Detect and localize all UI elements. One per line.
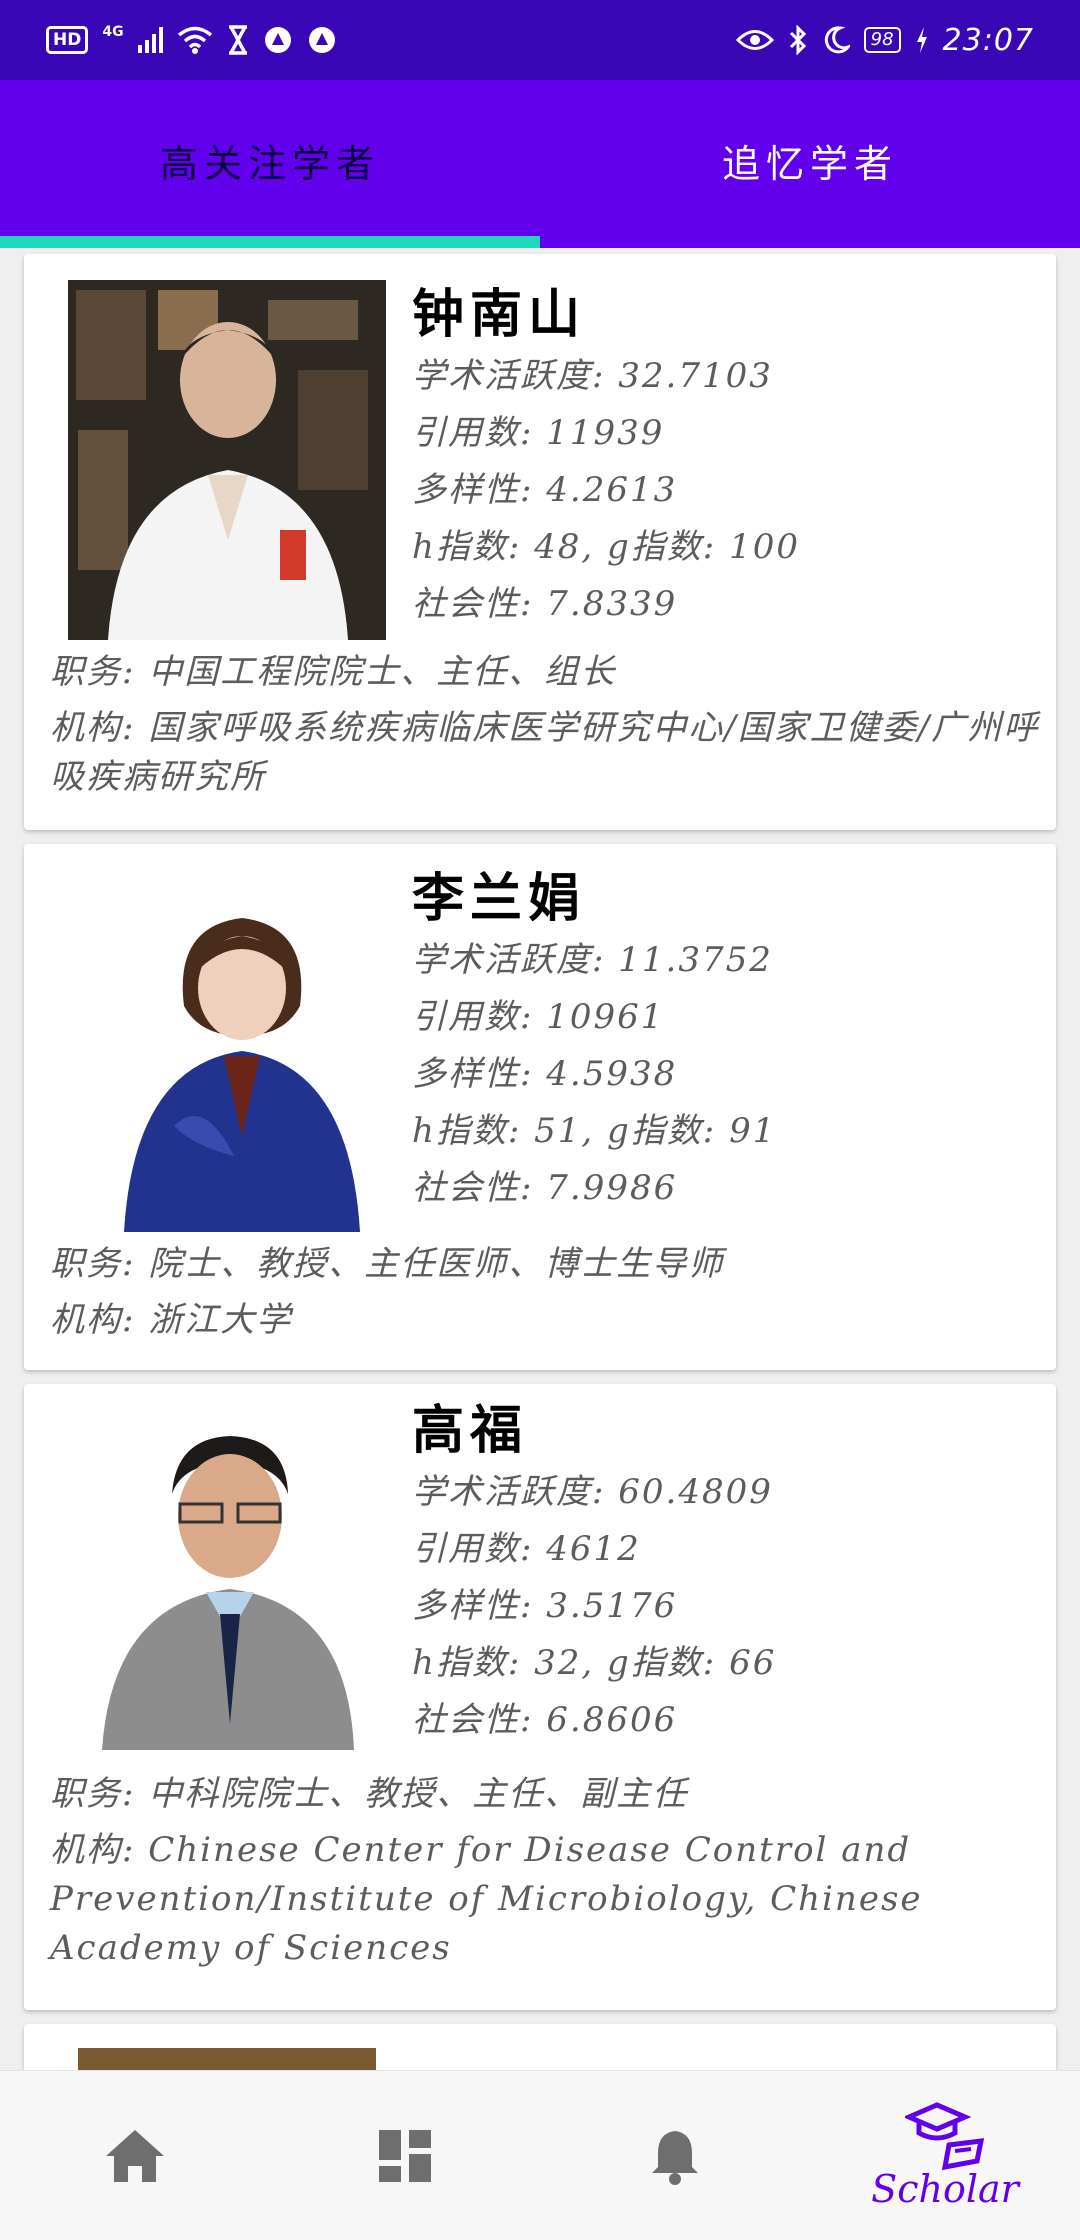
scholar-position: 职务: 中科院院士、教授、主任、副主任 [50, 1774, 689, 1814]
battery-icon: 98 [863, 27, 901, 53]
diversity: 多样性: 3.5176 [412, 1586, 678, 1626]
bottom-navigation: Scholar [0, 2070, 1080, 2240]
status-bar: HD 4G 98 23:07 [0, 0, 1080, 80]
scholar-cap-icon [905, 2101, 985, 2170]
bluetooth-icon [789, 25, 806, 55]
sociability: 社会性: 6.8606 [412, 1700, 678, 1740]
scholar-info: 钟南山 学术活跃度: 32.7103 引用数: 11939 多样性: 4.261… [412, 282, 800, 633]
citation-count: 引用数: 11939 [412, 413, 665, 453]
academic-activity: 学术活跃度: 32.7103 [412, 356, 773, 396]
scholar-position: 职务: 院士、教授、主任医师、博士生导师 [50, 1244, 725, 1284]
status-right: 98 23:07 [735, 22, 1034, 58]
scholar-photo [78, 2048, 376, 2070]
home-icon [106, 2129, 164, 2182]
nav-scholar-label: Scholar [871, 2166, 1019, 2211]
scholar-institution: 机构: 国家呼吸系统疾病临床医学研究中心/国家卫健委/广州呼吸疾病研究所 [50, 708, 1040, 797]
tab-indicator [0, 236, 540, 248]
tab-bar: 高关注学者 追忆学者 [0, 80, 1080, 248]
clock: 23:07 [942, 22, 1034, 58]
hd-icon: HD [46, 26, 89, 54]
app-notification-icon [308, 27, 335, 53]
nav-scholar[interactable]: Scholar [810, 2071, 1080, 2240]
h-g-index: h指数: 51, g指数: 91 [412, 1111, 777, 1151]
diversity: 多样性: 4.2613 [412, 470, 678, 510]
bell-icon [652, 2130, 698, 2185]
diversity: 多样性: 4.5938 [412, 1054, 678, 1094]
hourglass-icon [228, 25, 247, 55]
scholar-institution: 机构: Chinese Center for Disease Control a… [50, 1830, 923, 1968]
scholar-name[interactable]: 李兰娟 [412, 866, 776, 932]
scholar-card[interactable]: 钟南山 学术活跃度: 32.7103 引用数: 11939 多样性: 4.261… [24, 254, 1056, 830]
signal-icon [137, 27, 163, 53]
scholar-card[interactable]: 李兰娟 学术活跃度: 11.3752 引用数: 10961 多样性: 4.593… [24, 844, 1056, 1370]
sociability: 社会性: 7.8339 [412, 584, 678, 624]
academic-activity: 学术活跃度: 11.3752 [412, 940, 773, 980]
citation-count: 引用数: 4612 [412, 1529, 641, 1569]
scholar-photo [102, 1424, 354, 1750]
scholar-institution: 机构: 浙江大学 [50, 1300, 293, 1340]
dashboard-icon [379, 2129, 431, 2182]
academic-activity: 学术活跃度: 60.4809 [412, 1472, 773, 1512]
charging-icon [916, 27, 927, 53]
scholar-photo [68, 280, 386, 640]
scholar-position: 职务: 中国工程院院士、主任、组长 [50, 652, 617, 692]
app-notification-icon [264, 27, 291, 53]
scholar-name[interactable]: 钟南山 [412, 282, 800, 348]
scholar-info: 李兰娟 学术活跃度: 11.3752 引用数: 10961 多样性: 4.593… [412, 866, 776, 1217]
tab-memorial-scholars[interactable]: 追忆学者 [540, 80, 1080, 248]
sociability: 社会性: 7.9986 [412, 1168, 678, 1208]
scholar-list[interactable]: 钟南山 学术活跃度: 32.7103 引用数: 11939 多样性: 4.261… [0, 248, 1080, 2070]
status-left: HD 4G [46, 24, 337, 55]
h-g-index: h指数: 32, g指数: 66 [412, 1643, 777, 1683]
network-type: 4G [102, 24, 124, 40]
scholar-card[interactable] [24, 2024, 1056, 2070]
scholar-photo [114, 896, 376, 1232]
nav-dashboard[interactable] [270, 2071, 540, 2240]
wifi-icon [177, 26, 212, 54]
h-g-index: h指数: 48, g指数: 100 [412, 527, 800, 567]
nav-home[interactable] [0, 2071, 270, 2240]
scholar-info: 高福 学术活跃度: 60.4809 引用数: 4612 多样性: 3.5176 … [412, 1398, 776, 1749]
tab-high-attention-scholars[interactable]: 高关注学者 [0, 80, 540, 248]
moon-icon [824, 26, 850, 54]
citation-count: 引用数: 10961 [412, 997, 665, 1037]
scholar-name[interactable]: 高福 [412, 1398, 776, 1464]
scholar-card[interactable]: 高福 学术活跃度: 60.4809 引用数: 4612 多样性: 3.5176 … [24, 1384, 1056, 2010]
eye-icon [735, 30, 774, 50]
nav-notifications[interactable] [540, 2071, 810, 2240]
